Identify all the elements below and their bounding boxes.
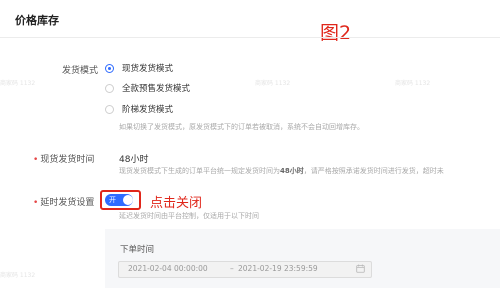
divider <box>0 37 500 38</box>
delay-setting-help: 延迟发货时间由平台控制，仅适用于以下时间 <box>119 212 259 220</box>
radio-option-presale[interactable]: 全款预售发货模式 <box>105 82 190 94</box>
radio-unchecked-icon <box>105 83 114 93</box>
spot-time-label: • 现货发货时间 <box>33 155 95 165</box>
section-title: 价格库存 <box>15 14 59 27</box>
annotation-text: 点击关闭 <box>150 196 203 211</box>
spot-time-help: 现货发货模式下生成的订单平台统一规定发货时间为48小时，请严格按照承诺发货时间进… <box>119 167 444 175</box>
watermark: 商家码 1132 <box>395 80 431 87</box>
calendar-icon[interactable] <box>356 264 365 273</box>
radio-unchecked-icon <box>105 104 114 114</box>
range-start: 2021-02-04 00:00:00 <box>128 264 208 273</box>
range-end: 2021-02-19 23:59:59 <box>238 264 318 273</box>
radio-option-spot[interactable]: 现货发货模式 <box>105 62 173 74</box>
order-time-label: 下单时间 <box>120 245 155 255</box>
radio-option-tiered[interactable]: 阶梯发货模式 <box>105 103 173 115</box>
delay-setting-label: • 延时发货设置 <box>33 198 95 208</box>
radio-option-label: 全款预售发货模式 <box>122 84 191 94</box>
order-time-panel <box>105 229 500 288</box>
spot-time-value: 48小时 <box>119 155 149 165</box>
radio-checked-icon <box>105 63 114 73</box>
watermark: 商家码 1132 <box>255 80 291 87</box>
required-mark: • <box>33 155 39 165</box>
watermark: 商家码 1132 <box>0 272 36 279</box>
shipping-mode-help: 如果切换了发货模式，原发货模式下的订单若被取消，系统不会自动回增库存。 <box>119 123 364 131</box>
required-mark: • <box>33 198 39 208</box>
figure-label: 图2 <box>320 22 352 44</box>
watermark: 商家码 1132 <box>0 80 36 87</box>
radio-option-label: 阶梯发货模式 <box>122 105 174 115</box>
range-separator: – <box>230 264 234 273</box>
radio-option-label: 现货发货模式 <box>122 64 174 74</box>
shipping-mode-label: 发货模式 <box>62 66 99 76</box>
highlight-box <box>100 190 141 210</box>
